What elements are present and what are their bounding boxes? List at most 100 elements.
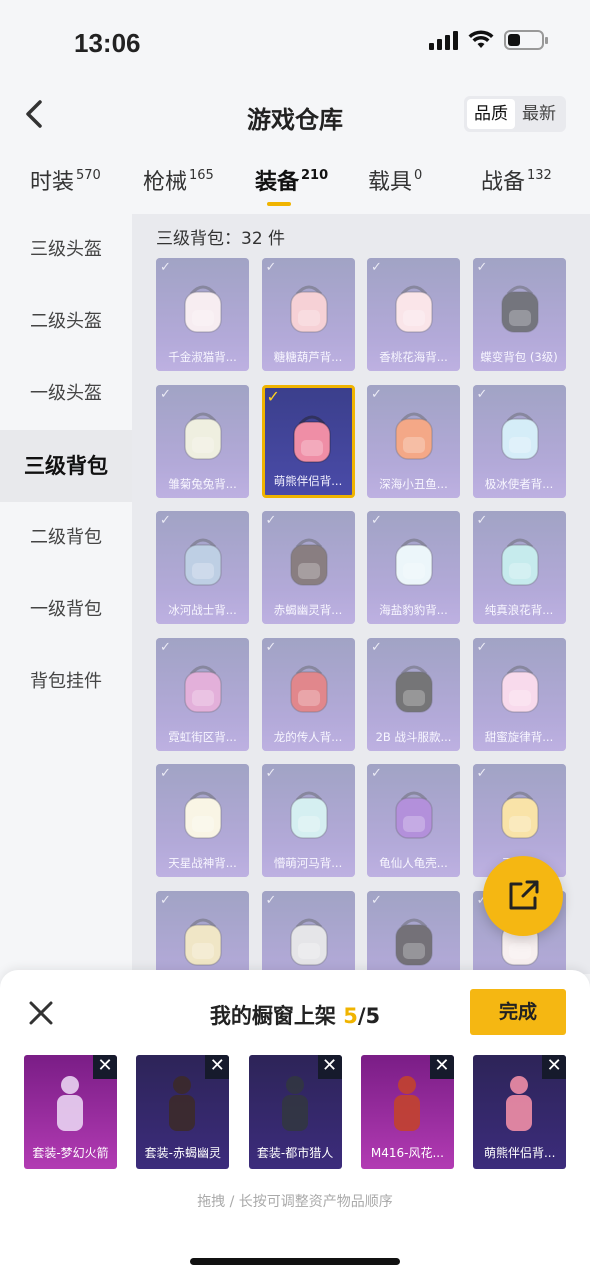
backpack-item-card[interactable]: ✓ 懵萌河马背...	[261, 764, 355, 877]
tab-supplies[interactable]: 战备 132	[481, 164, 552, 196]
item-label: 懵萌河马背...	[273, 856, 343, 870]
showcase-item-card[interactable]: ✕ 套装-都市猎人	[248, 1055, 342, 1169]
tab-guns[interactable]: 枪械 165	[143, 164, 214, 196]
showcase-item-card[interactable]: ✕ M416-风花...	[360, 1055, 454, 1169]
backpack-icon	[500, 791, 539, 839]
remove-item-icon[interactable]: ✕	[93, 1055, 117, 1079]
item-label: 萌熊伴侣背...	[273, 473, 343, 488]
check-icon: ✓	[160, 639, 171, 655]
backpack-item-card[interactable]: ✓ 极冰使者背...	[472, 384, 566, 498]
showcase-item-card[interactable]: ✕ 套装-赤蝎幽灵	[136, 1055, 230, 1169]
sidebar-item-backpack-3[interactable]: 三级背包	[0, 430, 132, 502]
sort-newest-option[interactable]: 最新	[515, 99, 563, 129]
backpack-icon	[184, 412, 222, 460]
share-button[interactable]	[483, 856, 563, 936]
remove-item-icon[interactable]: ✕	[317, 1055, 342, 1079]
showcase-item-card[interactable]: ✕ 萌熊伴侣背...	[473, 1055, 567, 1169]
sidebar-item-backpack-2[interactable]: 二级背包	[0, 502, 132, 574]
showcase-item-label: 套装-梦幻火箭	[32, 1146, 109, 1160]
backpack-item-card[interactable]: ✓	[156, 890, 249, 974]
sort-quality-option[interactable]: 品质	[467, 99, 515, 129]
check-icon: ✓	[265, 766, 277, 781]
check-icon: ✓	[160, 260, 171, 275]
item-preview-icon	[393, 1076, 420, 1131]
item-preview-icon	[169, 1076, 196, 1131]
item-label: 蝶变背包 (3级)	[480, 350, 558, 364]
check-icon: ✓	[265, 639, 277, 655]
backpack-icon	[184, 918, 222, 966]
check-icon: ✓	[265, 513, 277, 528]
backpack-icon	[395, 412, 433, 460]
done-button[interactable]: 完成	[470, 989, 566, 1035]
backpack-item-card[interactable]: ✓ 香桃花海背...	[367, 258, 460, 371]
header: 游戏仓库 品质 最新	[0, 88, 590, 144]
sidebar-item-backpack-1[interactable]: 一级背包	[0, 574, 132, 646]
showcase-item-label: M416-风花...	[370, 1146, 444, 1160]
sidebar-item-helmet-3[interactable]: 三级头盔	[0, 214, 132, 286]
check-icon: ✓	[160, 892, 171, 908]
check-icon: ✓	[476, 260, 488, 275]
check-icon: ✓	[371, 639, 382, 655]
backpack-item-card[interactable]: ✓	[261, 890, 355, 974]
status-time: 13:06	[74, 28, 141, 58]
reorder-hint: 拖拽 / 长按可调整资产物品顺序	[197, 1194, 393, 1210]
item-label: 甜蜜旋律背...	[484, 729, 554, 744]
backpack-item-card[interactable]: ✓ 甜蜜旋律背...	[472, 637, 566, 751]
check-icon: ✓	[371, 386, 382, 402]
backpack-item-card[interactable]: ✓ 萌熊伴侣背...	[261, 384, 355, 498]
backpack-item-card[interactable]: ✓ 2B 战斗服款...	[367, 637, 460, 751]
backpack-icon	[292, 415, 331, 463]
backpack-item-card[interactable]: ✓ 雏菊兔兔背...	[156, 384, 249, 498]
backpack-item-card[interactable]: ✓ 蝶变背包 (3级)	[472, 258, 566, 371]
showcase-item-label: 套装-都市猎人	[256, 1146, 334, 1160]
backpack-item-card[interactable]: ✓	[367, 890, 460, 974]
remove-item-icon[interactable]: ✕	[429, 1055, 454, 1079]
check-icon: ✓	[371, 766, 382, 781]
item-label: 深海小丑鱼...	[379, 476, 448, 491]
backpack-icon	[289, 918, 328, 966]
tab-vehicles[interactable]: 载具 0	[368, 164, 422, 196]
backpack-item-card[interactable]: ✓ 龟仙人龟壳...	[367, 764, 460, 877]
item-label: 纯真浪花背...	[484, 603, 554, 617]
backpack-item-card[interactable]: ✓ 海盐豹豹背...	[367, 511, 460, 624]
showcase-sheet: 我的橱窗上架 5/5 完成 ✕ 套装-梦幻火箭 ✕ 套装-赤蝎幽灵 ✕ 套装-都市猎人 ✕ M…	[0, 970, 590, 1280]
backpack-item-card[interactable]: ✓ 霓虹街区背...	[156, 637, 249, 751]
item-label: 香桃花海背...	[379, 350, 448, 364]
check-icon: ✓	[476, 386, 488, 402]
backpack-item-card[interactable]: ✓ 赤蝎幽灵背...	[261, 511, 355, 624]
remove-item-icon[interactable]: ✕	[542, 1055, 567, 1079]
backpack-item-card[interactable]: ✓ 冰河战士背...	[156, 511, 249, 624]
cellular-signal-icon	[429, 30, 458, 50]
item-label: 冰河战士背...	[168, 603, 237, 617]
showcase-total: /5	[357, 1004, 381, 1028]
sidebar-item-helmet-2[interactable]: 二级头盔	[0, 286, 132, 358]
backpack-item-card[interactable]: ✓ 龙的传人背...	[261, 637, 355, 751]
backpack-item-card[interactable]: ✓ 纯真浪花背...	[472, 511, 566, 624]
item-preview-icon	[57, 1076, 83, 1131]
sidebar: 三级头盔 二级头盔 一级头盔 三级背包 二级背包 一级背包 背包挂件	[0, 214, 132, 974]
status-bar: 13:06	[0, 0, 590, 88]
check-icon: ✓	[160, 766, 171, 781]
backpack-item-card[interactable]: ✓ 糖糖葫芦背...	[261, 258, 355, 371]
tab-equipment[interactable]: 装备 210	[255, 164, 328, 196]
item-label: 龟仙人龟壳...	[379, 856, 448, 870]
sidebar-item-helmet-1[interactable]: 一级头盔	[0, 358, 132, 430]
showcase-shelf: ✕ 套装-梦幻火箭 ✕ 套装-赤蝎幽灵 ✕ 套装-都市猎人 ✕ M416-风花... ✕ 萌熊伴侣…	[24, 1055, 569, 1169]
remove-item-icon[interactable]: ✕	[205, 1055, 230, 1079]
backpack-icon	[289, 538, 328, 586]
item-preview-icon	[506, 1076, 533, 1131]
showcase-item-label: 萌熊伴侣背...	[483, 1146, 556, 1160]
backpack-item-card[interactable]: ✓ 深海小丑鱼...	[367, 384, 460, 498]
showcase-item-card[interactable]: ✕ 套装-梦幻火箭	[24, 1055, 117, 1169]
tab-fashion[interactable]: 时装 570	[30, 164, 101, 196]
item-label: 2B 战斗服款...	[375, 729, 452, 744]
sidebar-item-backpack-charm[interactable]: 背包挂件	[0, 646, 132, 718]
backpack-icon	[395, 538, 433, 586]
backpack-item-card[interactable]: ✓ 天星战神背...	[156, 764, 249, 877]
backpack-icon	[289, 791, 328, 839]
backpack-icon	[184, 285, 222, 333]
backpack-item-card[interactable]: ✓ 千金淑猫背...	[156, 258, 249, 371]
check-icon: ✓	[371, 892, 382, 908]
home-indicator[interactable]	[190, 1258, 400, 1265]
item-label: 雏菊兔兔背...	[168, 476, 237, 491]
